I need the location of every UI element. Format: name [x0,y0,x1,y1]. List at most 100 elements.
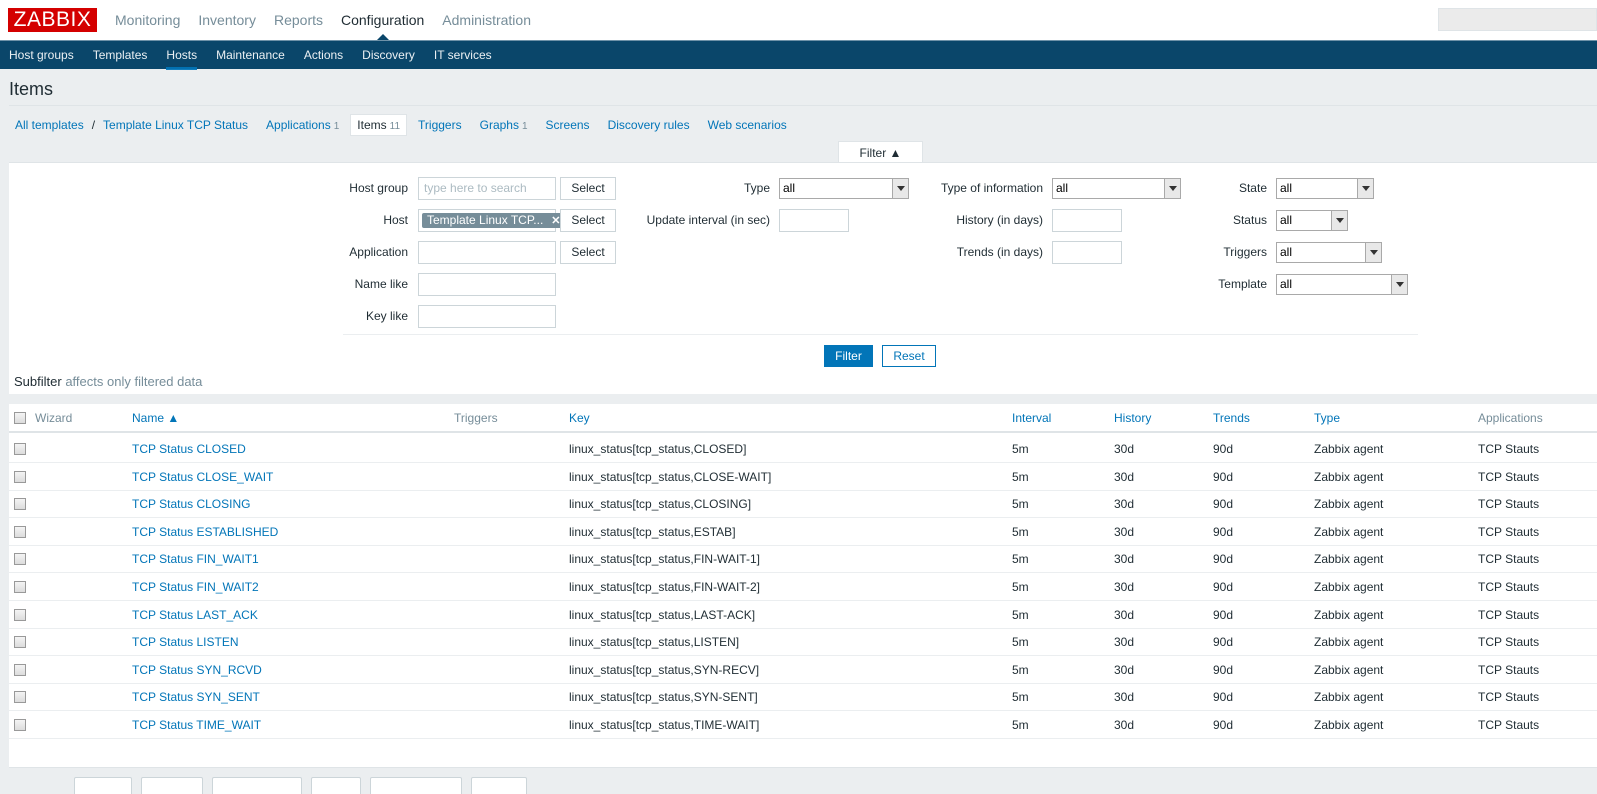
menu-reports[interactable]: Reports [274,0,323,40]
item-type: Zabbix agent [1314,635,1384,650]
template-select[interactable]: all [1276,274,1408,295]
breadcrumb-template[interactable]: Template Linux TCP Status [103,118,248,132]
chevron-down-icon [1391,275,1407,294]
submenu-templates[interactable]: Templates [93,41,148,69]
submenu-it-services[interactable]: IT services [434,41,492,69]
tab-screens[interactable]: Screens [546,118,590,132]
mass-action-button-1[interactable] [74,777,132,794]
header-interval-sort[interactable]: Interval [1012,404,1051,432]
row-checkbox[interactable] [14,443,26,455]
table-row: TCP Status LISTEN linux_status[tcp_status… [9,628,1597,657]
table-row: TCP Status LAST_ACK linux_status[tcp_stat… [9,601,1597,629]
menu-inventory[interactable]: Inventory [198,0,256,40]
tab-applications[interactable]: Applications 1 [266,118,339,132]
item-interval: 5m [1012,662,1029,677]
tab-triggers[interactable]: Triggers [418,118,462,132]
item-name-link[interactable]: TCP Status FIN_WAIT2 [132,573,259,601]
reset-button[interactable]: Reset [882,345,936,367]
breadcrumb-separator: / [91,118,96,132]
item-type: Zabbix agent [1314,497,1384,512]
row-checkbox[interactable] [14,498,26,511]
submenu-host-groups[interactable]: Host groups [9,41,74,69]
row-checkbox[interactable] [14,719,26,731]
name-like-input[interactable] [418,273,556,296]
row-checkbox[interactable] [14,553,26,566]
row-checkbox[interactable] [14,691,26,704]
type-of-information-select[interactable]: all [1052,178,1181,199]
host-select-button[interactable]: Select [560,209,616,232]
header-history-sort[interactable]: History [1114,404,1151,432]
item-interval: 5m [1012,497,1029,512]
item-name-link[interactable]: TCP Status CLOSE_WAIT [132,463,273,491]
table-row: TCP Status SYN_SENT linux_status[tcp_stat… [9,683,1597,712]
key-like-input[interactable] [418,305,556,328]
row-checkbox[interactable] [14,636,26,649]
item-name-link[interactable]: TCP Status TIME_WAIT [132,711,261,739]
menu-monitoring[interactable]: Monitoring [115,0,180,40]
state-select[interactable]: all [1276,178,1374,199]
top-header: ZABBIX Monitoring Inventory Reports Conf… [0,0,1597,40]
tab-discovery-rules[interactable]: Discovery rules [608,118,690,132]
row-checkbox[interactable] [14,525,26,538]
breadcrumb-all-templates[interactable]: All templates [15,118,84,132]
submenu-discovery[interactable]: Discovery [362,41,415,69]
mass-action-button-4[interactable] [311,777,361,794]
host-input[interactable]: Template Linux TCP... ✕ [418,209,566,232]
submenu-maintenance[interactable]: Maintenance [216,41,285,69]
mass-action-button-6[interactable] [471,777,527,794]
row-checkbox[interactable] [14,608,26,621]
item-name-link[interactable]: TCP Status FIN_WAIT1 [132,545,259,573]
item-name-link[interactable]: TCP Status CLOSING [132,490,250,518]
update-interval-input[interactable] [779,209,849,232]
header-key-sort[interactable]: Key [569,404,590,432]
row-checkbox[interactable] [14,470,26,483]
item-name-link[interactable]: TCP Status CLOSED [132,435,246,463]
header-type-sort[interactable]: Type [1314,404,1340,432]
submenu-hosts[interactable]: Hosts [166,41,197,70]
header-wizard: Wizard [35,411,73,425]
application-input[interactable] [418,241,556,264]
item-name-link[interactable]: TCP Status SYN_SENT [132,683,260,711]
triggers-select[interactable]: all [1276,242,1382,263]
mass-action-button-5[interactable] [370,777,462,794]
item-name-link[interactable]: TCP Status LISTEN [132,628,238,656]
select-all-checkbox[interactable] [14,412,26,424]
menu-configuration[interactable]: Configuration [341,0,424,40]
mass-action-button-2[interactable] [141,777,203,794]
mass-action-button-3[interactable] [212,777,302,794]
menu-administration[interactable]: Administration [442,0,531,40]
trends-input[interactable] [1052,241,1122,264]
status-label: Status [1232,213,1267,227]
status-select[interactable]: all [1276,210,1348,231]
table-row: TCP Status FIN_WAIT1 linux_status[tcp_sta… [9,545,1597,574]
host-group-input[interactable]: type here to search [418,177,556,200]
row-checkbox[interactable] [14,581,26,593]
item-interval: 5m [1012,607,1029,622]
item-key: linux_status[tcp_status,SYN-SENT] [569,690,758,705]
item-name-link[interactable]: TCP Status SYN_RCVD [132,656,262,684]
table-row: TCP Status SYN_RCVD linux_status[tcp_stat… [9,656,1597,684]
tab-web-scenarios[interactable]: Web scenarios [708,118,787,132]
filter-button[interactable]: Filter [824,345,873,367]
application-label: Application [349,245,408,259]
item-applications: TCP Stauts [1478,635,1540,650]
item-history: 30d [1114,635,1135,650]
filter-toggle-tab[interactable]: Filter ▲ [838,141,923,163]
header-name-sort[interactable]: Name ▲ [132,404,179,432]
tab-items-label: Items [357,118,387,132]
state-select-value: all [1280,181,1293,195]
item-name-link[interactable]: TCP Status ESTABLISHED [132,518,278,546]
header-trends-sort[interactable]: Trends [1213,404,1250,432]
tab-items[interactable]: Items 11 [350,114,408,136]
submenu-actions[interactable]: Actions [304,41,343,69]
application-select-button[interactable]: Select [560,241,616,264]
row-checkbox[interactable] [14,663,26,676]
host-group-select-button[interactable]: Select [560,177,616,200]
history-input[interactable] [1052,209,1122,232]
tab-graphs[interactable]: Graphs 1 [480,118,528,132]
zabbix-logo[interactable]: ZABBIX [8,8,97,32]
item-applications: TCP Stauts [1478,524,1540,539]
item-name-link[interactable]: TCP Status LAST_ACK [132,601,258,629]
type-select[interactable]: all [779,178,909,199]
global-search-input[interactable] [1438,8,1597,31]
